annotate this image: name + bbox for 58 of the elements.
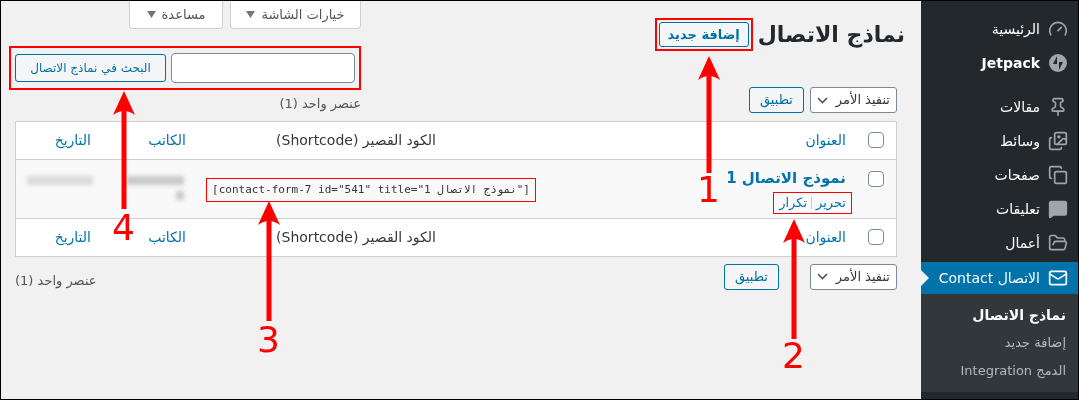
page-title: نماذج الاتصال: [757, 21, 905, 50]
item-count: عنصر واحد (1): [279, 95, 361, 114]
blurred-smudge: [176, 190, 184, 200]
caret-icon: [246, 11, 256, 18]
chevron-icon: [817, 96, 828, 104]
column-header[interactable]: التاريخ: [54, 129, 91, 151]
blurred-smudge: [126, 175, 184, 185]
comment-icon: [1048, 199, 1068, 219]
header-tab-button[interactable]: مساعدة: [129, 1, 223, 29]
sidebar-item[interactable]: تعليقات: [921, 192, 1078, 226]
caret-icon: [146, 11, 156, 18]
submenu-item[interactable]: الدمج Integration: [921, 357, 1078, 385]
bulk-action-select[interactable]: تنفيذ الأمر: [810, 87, 897, 113]
sidebar-item[interactable]: صفحات: [921, 158, 1078, 192]
annotation-number: 4: [112, 209, 135, 247]
checkbox[interactable]: [868, 229, 884, 245]
column-header: الكود القصير (Shortcode): [276, 130, 436, 151]
sidebar-item[interactable]: مقالات: [921, 90, 1078, 124]
search-field[interactable]: [171, 53, 355, 83]
sidebar-item[interactable]: أعمال: [921, 226, 1078, 260]
header-tab-button[interactable]: خيارات الشاشة: [230, 1, 361, 29]
column-header[interactable]: العنوان: [805, 226, 846, 248]
checkbox[interactable]: [868, 132, 884, 148]
column-header[interactable]: الكاتب: [148, 226, 186, 248]
item-count: عنصر واحد (1): [15, 271, 97, 290]
pin-icon: [1048, 97, 1068, 117]
sidebar-item[interactable]: الرئيسية: [921, 12, 1078, 46]
sidebar-item[interactable]: وسائط: [921, 124, 1078, 158]
column-header[interactable]: الكاتب: [148, 129, 186, 151]
bolt-circle-icon: [1048, 53, 1068, 73]
pages-icon: [1048, 165, 1068, 185]
media-icon: [1048, 131, 1068, 151]
folder-icon: [1048, 233, 1068, 253]
sidebar-item[interactable]: الاتصال Contact: [921, 262, 1078, 294]
apply-button[interactable]: تطبيق: [749, 87, 804, 113]
chevron-icon: [817, 273, 828, 280]
column-header[interactable]: التاريخ: [54, 226, 91, 248]
current-pointer-icon: [921, 270, 929, 286]
checkbox[interactable]: [868, 170, 884, 187]
dashboard-icon: [1048, 19, 1068, 39]
sidebar-item[interactable]: Jetpack: [921, 46, 1078, 80]
bulk-action-select[interactable]: تنفيذ الأمر: [810, 263, 897, 290]
apply-button[interactable]: تطبيق: [724, 263, 779, 290]
shortcode-text: [contact-form-7 id="541" title="نموذج الاتصال 1"]: [206, 177, 536, 202]
column-header[interactable]: العنوان: [805, 129, 846, 151]
add-new-button[interactable]: إضافة جديد: [658, 22, 749, 48]
submenu-item[interactable]: نماذج الاتصال: [921, 301, 1078, 329]
annotation-number: 3: [257, 321, 280, 359]
submenu-item[interactable]: إضافة جديد: [921, 329, 1078, 357]
search-button[interactable]: البحث في نماذج الاتصال: [15, 54, 166, 82]
blurred-smudge: [27, 175, 93, 185]
row-action-link[interactable]: تكرار: [779, 193, 807, 213]
mail-icon: [1048, 268, 1068, 288]
annotation-number: 1: [697, 171, 720, 209]
annotation-number: 2: [782, 337, 805, 375]
row-action-link[interactable]: تحرير: [816, 193, 846, 213]
column-header: الكود القصير (Shortcode): [276, 227, 436, 248]
form-title-link[interactable]: نموذج الاتصال 1: [726, 166, 846, 189]
